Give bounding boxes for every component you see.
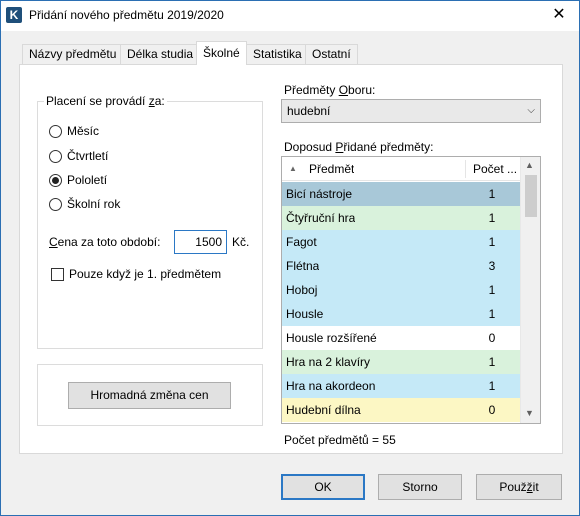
- price-input[interactable]: 1500: [174, 230, 227, 254]
- price-label: Cena za toto období:: [49, 235, 161, 249]
- added-subjects-list[interactable]: ▲ Předmět Počet ... Bicí nástroje 1 Čtyřru…: [281, 156, 541, 424]
- list-item[interactable]: Hra na 2 klavíry 1: [282, 350, 520, 374]
- cancel-button[interactable]: Storno: [378, 474, 462, 500]
- list-item[interactable]: Hra na akordeon 1: [282, 374, 520, 398]
- sort-ascending-icon[interactable]: ▲: [289, 157, 297, 181]
- list-item[interactable]: Čtyřruční hra 1: [282, 206, 520, 230]
- column-header-count[interactable]: Počet ...: [473, 157, 519, 181]
- title-bar: K Přidání nového předmětu 2019/2020 ✕: [1, 1, 579, 31]
- added-subjects-label: Doposud Přidané předměty:: [284, 140, 434, 154]
- radio-quarter-indicator[interactable]: [49, 149, 62, 163]
- list-item-count: 0: [488, 403, 496, 417]
- only-first-subject-label: Pouze když je 1. předmětem: [69, 267, 222, 281]
- list-item-subject: Čtyřruční hra: [286, 211, 356, 225]
- list-item-count: 3: [488, 259, 496, 273]
- list-item-count: 1: [488, 307, 496, 321]
- dialog-window: K Přidání nového předmětu 2019/2020 ✕ Ná…: [0, 0, 580, 516]
- radio-school-year-label: Školní rok: [67, 197, 121, 211]
- list-item-subject: Housle: [286, 307, 324, 321]
- tab-other[interactable]: Ostatní: [305, 44, 358, 64]
- list-item-count: 1: [488, 211, 496, 225]
- list-item-subject: Bicí nástroje: [286, 187, 353, 201]
- radio-semester[interactable]: Pololetí: [49, 172, 107, 188]
- list-item[interactable]: Hudební dílna 0: [282, 398, 520, 422]
- radio-month-label: Měsíc: [67, 124, 100, 138]
- list-item-count: 1: [488, 379, 496, 393]
- field-select[interactable]: hudební ⌵: [281, 99, 541, 123]
- list-item-subject: Housle rozšířené: [286, 331, 377, 345]
- list-item[interactable]: Housle rozšířené 0: [282, 326, 520, 350]
- tab-subject-names[interactable]: Názvy předmětu: [22, 44, 124, 64]
- only-first-subject-checkbox[interactable]: [51, 267, 64, 281]
- list-item[interactable]: Housle 1: [282, 302, 520, 326]
- list-item-count: 1: [488, 355, 496, 369]
- list-item-subject: Flétna: [286, 259, 320, 273]
- scrollbar-thumb[interactable]: [525, 175, 537, 217]
- radio-school-year-indicator[interactable]: [49, 197, 62, 211]
- list-item-subject: Fagot: [286, 235, 317, 249]
- field-select-value: hudební: [287, 104, 331, 118]
- tab-statistics[interactable]: Statistika: [246, 44, 309, 64]
- tab-study-length[interactable]: Délka studia: [120, 44, 201, 64]
- field-label: Předměty Oboru:: [284, 83, 376, 97]
- radio-quarter[interactable]: Čtvrtletí: [49, 148, 108, 164]
- list-item[interactable]: Fagot 1: [282, 230, 520, 254]
- payment-group-legend: Placení se provádí za:: [44, 94, 167, 108]
- vertical-scrollbar[interactable]: ▲ ▼: [520, 157, 540, 423]
- list-header: ▲ Předmět Počet ...: [282, 157, 520, 181]
- only-first-subject-checkbox-row[interactable]: Pouze když je 1. předmětem: [51, 266, 221, 282]
- window-title: Přidání nového předmětu 2019/2020: [29, 8, 224, 22]
- list-item-count: 1: [488, 235, 496, 249]
- scroll-up-icon[interactable]: ▲: [525, 160, 534, 170]
- list-item-count: 0: [488, 331, 496, 345]
- list-item[interactable]: Hoboj 1: [282, 278, 520, 302]
- list-item-count: 1: [488, 187, 496, 201]
- radio-school-year[interactable]: Školní rok: [49, 196, 120, 212]
- list-item[interactable]: Flétna 3: [282, 254, 520, 278]
- apply-button[interactable]: Použžit: [476, 474, 562, 500]
- app-icon: K: [6, 7, 22, 23]
- bulk-price-change-button[interactable]: Hromadná změna cen: [68, 382, 231, 409]
- list-item-subject: Hra na akordeon: [286, 379, 376, 393]
- ok-button[interactable]: OK: [281, 474, 365, 500]
- scroll-down-icon[interactable]: ▼: [525, 408, 534, 418]
- column-divider[interactable]: [465, 160, 466, 178]
- currency-label: Kč.: [232, 235, 250, 249]
- list-item-count: 1: [488, 283, 496, 297]
- radio-month[interactable]: Měsíc: [49, 123, 99, 139]
- list-item-subject: Hra na 2 klavíry: [286, 355, 371, 369]
- subject-count: Počet předmětů = 55: [284, 433, 396, 447]
- chevron-down-icon[interactable]: ⌵: [527, 100, 535, 122]
- radio-semester-label: Pololetí: [67, 173, 108, 187]
- column-header-subject[interactable]: Předmět: [309, 157, 354, 181]
- radio-semester-indicator[interactable]: [49, 173, 62, 187]
- close-icon[interactable]: ✕: [541, 3, 577, 27]
- list-item[interactable]: Bicí nástroje 1: [282, 182, 520, 206]
- tab-tuition[interactable]: Školné: [196, 41, 247, 65]
- radio-quarter-label: Čtvrtletí: [67, 149, 109, 163]
- list-item-subject: Hudební dílna: [286, 403, 361, 417]
- radio-month-indicator[interactable]: [49, 124, 62, 138]
- list-item-subject: Hoboj: [286, 283, 318, 297]
